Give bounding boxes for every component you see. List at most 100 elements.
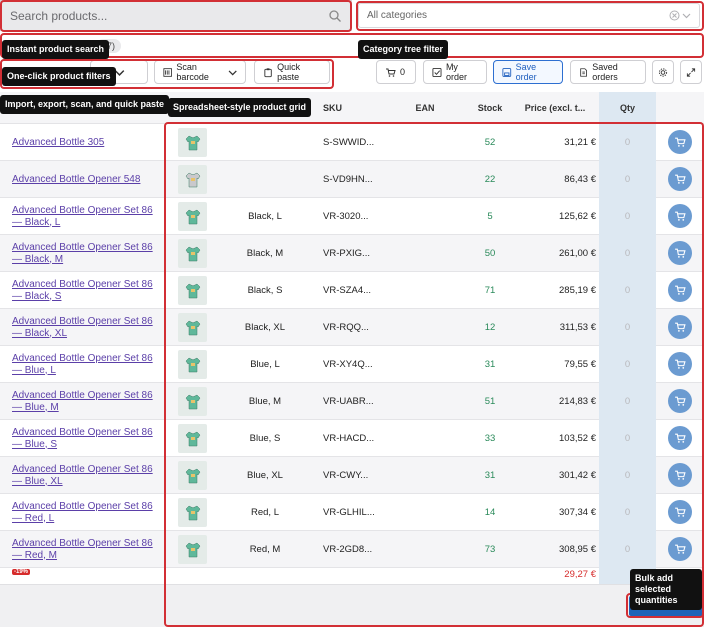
product-name-link[interactable]: Advanced Bottle Opener Set 86 — Blue, L xyxy=(12,346,162,383)
stock-cell: 73 xyxy=(484,544,496,555)
save-order-button[interactable]: Save order xyxy=(493,60,563,84)
add-to-cart-button[interactable] xyxy=(668,500,692,524)
price-cell: 29,27 € xyxy=(564,569,596,580)
table-row: Advanced Bottle Opener Set 86 — Blue, M … xyxy=(0,383,704,420)
add-to-cart-button[interactable] xyxy=(668,389,692,413)
qty-input[interactable]: 0 xyxy=(599,235,656,272)
qty-input[interactable]: 0 xyxy=(599,198,656,235)
cart-icon xyxy=(675,359,686,369)
qty-input[interactable]: 0 xyxy=(599,531,656,568)
qty-input[interactable]: 0 xyxy=(599,420,656,457)
gear-icon xyxy=(658,67,668,77)
column-qty[interactable]: Qty xyxy=(599,92,656,124)
save-icon xyxy=(502,67,512,77)
sku-cell: S-VD9HN... xyxy=(323,174,373,185)
qty-input[interactable]: 0 xyxy=(599,457,656,494)
add-to-cart-button[interactable] xyxy=(668,278,692,302)
stock-cell: 50 xyxy=(484,248,496,259)
product-name-link[interactable]: Advanced Bottle Opener Set 86 — Black, S xyxy=(12,272,162,309)
variant-cell: Blue, XL xyxy=(247,470,283,481)
cart-icon xyxy=(675,322,686,332)
settings-button[interactable] xyxy=(652,60,674,84)
search-box[interactable] xyxy=(0,0,352,31)
add-to-cart-button[interactable] xyxy=(668,241,692,265)
tshirt-icon xyxy=(185,135,200,150)
sku-cell: VR-UABR... xyxy=(323,396,374,407)
add-to-cart-button[interactable] xyxy=(668,352,692,376)
product-thumbnail xyxy=(178,128,207,157)
qty-input[interactable]: 0 xyxy=(599,494,656,531)
stock-cell: 51 xyxy=(484,396,496,407)
qty-input[interactable]: 0 xyxy=(599,383,656,420)
clear-icon[interactable] xyxy=(669,10,680,21)
add-to-cart-button[interactable] xyxy=(668,167,692,191)
qty-input[interactable]: 0 xyxy=(599,161,656,198)
product-name-link[interactable]: Advanced Bottle Opener Set 86 — Black, M xyxy=(12,235,162,272)
fullscreen-button[interactable] xyxy=(680,60,702,84)
table-row: Advanced Bottle Opener Set 86 — Blue, L … xyxy=(0,346,704,383)
qty-input[interactable]: 0 xyxy=(599,346,656,383)
price-cell: 285,19 € xyxy=(559,285,596,296)
column-price[interactable]: Price (excl. t... xyxy=(515,92,595,124)
sku-cell: VR-HACD... xyxy=(323,433,375,444)
table-row: Advanced Bottle Opener 548 S-VD9HN... 22… xyxy=(0,161,704,198)
cart-icon xyxy=(675,433,686,443)
add-to-cart-button[interactable] xyxy=(668,463,692,487)
sku-cell: VR-3020... xyxy=(323,211,369,222)
quick-paste-button[interactable]: Quick paste xyxy=(254,60,330,84)
barcode-icon xyxy=(163,67,172,77)
category-select[interactable]: All categories xyxy=(358,3,700,28)
product-name-link[interactable]: Advanced Bottle Opener Set 86 — Black, X… xyxy=(12,309,162,346)
scan-barcode-button[interactable]: Scan barcode xyxy=(154,60,246,84)
product-name-link[interactable]: Advanced Bottle Opener Set 86 — Red, L xyxy=(12,494,162,531)
tshirt-icon xyxy=(185,320,200,335)
tshirt-icon xyxy=(185,468,200,483)
qty-input[interactable]: 0 xyxy=(599,309,656,346)
qty-input[interactable]: 0 xyxy=(599,272,656,309)
cart-count: 0 xyxy=(400,67,406,77)
column-ean[interactable]: EAN xyxy=(400,92,450,124)
my-order-button[interactable]: My order xyxy=(423,60,487,84)
stock-cell: 31 xyxy=(484,470,496,481)
add-to-cart-button[interactable] xyxy=(668,315,692,339)
product-name-link[interactable]: Advanced Bottle Opener Set 86 — Blue, XL xyxy=(12,457,162,494)
product-name-link[interactable]: Advanced Bottle 305 xyxy=(12,124,162,161)
product-thumbnail xyxy=(178,313,207,342)
table-row: Advanced Bottle Opener Set 86 — Red, L R… xyxy=(0,494,704,531)
cart-button[interactable]: 0 xyxy=(376,60,416,84)
saved-orders-button[interactable]: Saved orders xyxy=(570,60,646,84)
add-to-cart-button[interactable] xyxy=(668,130,692,154)
quick-paste-label: Quick paste xyxy=(277,62,301,82)
product-name-link[interactable]: Advanced Bottle Opener Set 86 — Red, M xyxy=(12,531,162,568)
qty-input[interactable]: 0 xyxy=(599,124,656,161)
cart-icon xyxy=(675,544,686,554)
product-thumbnail xyxy=(178,165,207,194)
tooltip-search: Instant product search xyxy=(2,40,110,59)
column-sku[interactable]: SKU xyxy=(323,92,373,124)
product-name-link[interactable]: Advanced Bottle Opener Set 86 — Black, L xyxy=(12,198,162,235)
add-to-cart-button[interactable] xyxy=(668,204,692,228)
chevron-down-icon xyxy=(228,69,237,75)
tshirt-icon xyxy=(185,431,200,446)
add-to-cart-button[interactable] xyxy=(668,426,692,450)
product-thumbnail xyxy=(178,387,207,416)
table-row: Advanced Bottle Opener Set 86 — Black, X… xyxy=(0,309,704,346)
variant-cell: Black, M xyxy=(246,248,284,259)
clipboard-icon xyxy=(264,67,272,77)
product-grid: Advanced Bottle 305 S-SWWID... 52 31,21 … xyxy=(0,124,704,582)
price-cell: 79,55 € xyxy=(564,359,596,370)
search-input[interactable] xyxy=(10,8,328,23)
variant-cell: Blue, M xyxy=(248,396,282,407)
add-to-cart-button[interactable] xyxy=(668,537,692,561)
product-name-link[interactable]: Advanced Bottle Opener 548 xyxy=(12,161,162,198)
column-stock[interactable]: Stock xyxy=(467,92,513,124)
price-cell: 103,52 € xyxy=(559,433,596,444)
table-row: Advanced Bottle Opener Set 86 — Black, M… xyxy=(0,235,704,272)
table-row: Advanced Bottle 305 S-SWWID... 52 31,21 … xyxy=(0,124,704,161)
price-cell: 214,83 € xyxy=(559,396,596,407)
product-name-link[interactable]: Advanced Bottle Opener Set 86 — Blue, S xyxy=(12,420,162,457)
chevron-down-icon[interactable] xyxy=(682,11,691,20)
stock-cell: 14 xyxy=(484,507,496,518)
product-name-link[interactable]: Advanced Bottle Opener Set 86 — Blue, M xyxy=(12,383,162,420)
document-icon xyxy=(580,67,587,77)
